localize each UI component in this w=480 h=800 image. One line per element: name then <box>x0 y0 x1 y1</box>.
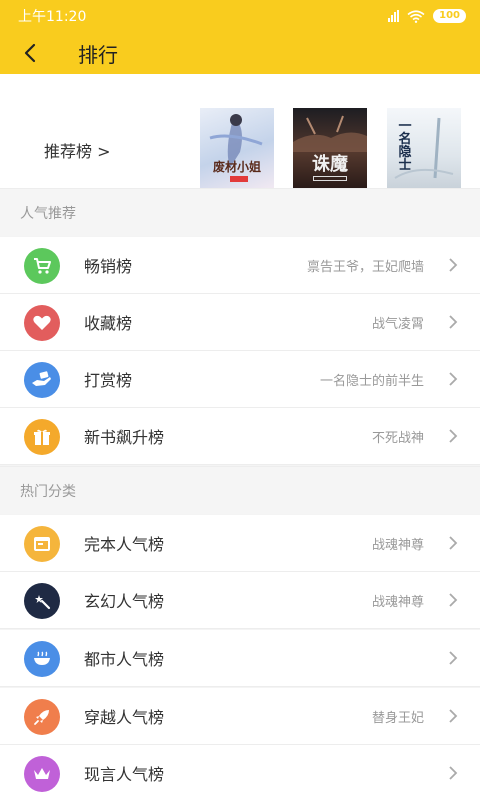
rank-hint: 禀告王爷，王妃爬墙 <box>306 259 424 275</box>
cart-icon <box>24 248 60 284</box>
status-bar: 上午11:20 100 <box>0 0 480 32</box>
recommend-label[interactable]: 推荐榜 > <box>44 138 111 162</box>
section-popular-title: 人气推荐 <box>0 188 480 236</box>
chevron-right-icon <box>449 315 458 329</box>
chevron-right-icon <box>449 536 458 550</box>
rank-name: 玄幻人气榜 <box>84 592 165 611</box>
gift-icon <box>24 419 60 455</box>
rank-hint: 战魂神尊 <box>371 594 424 610</box>
status-time: 上午11:20 <box>18 9 87 25</box>
rank-name: 畅销榜 <box>84 257 133 276</box>
title-bar: 排行 <box>0 32 480 74</box>
heart-icon <box>24 305 60 341</box>
crown-icon <box>24 756 60 792</box>
rank-row-newbook[interactable]: 新书飙升榜 不死战神 <box>0 408 480 465</box>
book-cover-1[interactable]: 废材小姐 <box>200 108 274 188</box>
rank-name: 都市人气榜 <box>84 650 165 669</box>
chevron-right-icon <box>449 593 458 607</box>
bowl-icon <box>24 641 60 677</box>
rank-hint: 一名隐士的前半生 <box>319 373 424 389</box>
rank-row-bestseller[interactable]: 畅销榜 禀告王爷，王妃爬墙 <box>0 237 480 294</box>
recommend-section[interactable]: 推荐榜 > 废材小姐 诛魔 一名隐士 <box>0 74 480 188</box>
wifi-icon <box>407 9 425 23</box>
book-cover-3[interactable]: 一名隐士 <box>387 108 461 188</box>
chevron-right-icon <box>449 651 458 665</box>
rank-hint: 战魂神尊 <box>371 537 424 553</box>
cover-title-1: 废材小姐 <box>212 160 261 174</box>
back-button[interactable] <box>0 32 60 74</box>
window-icon <box>24 526 60 562</box>
rank-row-favorites[interactable]: 收藏榜 战气凌霄 <box>0 294 480 351</box>
page-title: 排行 <box>78 42 118 67</box>
reward-hand-icon <box>24 362 60 398</box>
chevron-right-icon <box>449 709 458 723</box>
rank-name: 完本人气榜 <box>84 535 165 554</box>
rank-name: 穿越人气榜 <box>84 708 165 727</box>
rank-hint: 战气凌霄 <box>371 316 424 332</box>
rank-row-timetravel[interactable]: 穿越人气榜 替身王妃 <box>0 688 480 745</box>
rocket-icon <box>24 699 60 735</box>
back-arrow-icon <box>24 43 36 63</box>
magic-wand-icon <box>24 583 60 619</box>
cover-subtag-2 <box>313 176 347 181</box>
battery-icon: 100 <box>433 9 466 23</box>
chevron-right-icon <box>449 258 458 272</box>
book-cover-2[interactable]: 诛魔 <box>293 108 367 188</box>
rank-row-reward[interactable]: 打赏榜 一名隐士的前半生 <box>0 351 480 408</box>
rank-hint: 替身王妃 <box>371 710 424 726</box>
chevron-right-icon <box>449 429 458 443</box>
rank-name: 打赏榜 <box>84 371 133 390</box>
chevron-right-icon <box>449 372 458 386</box>
cover-title-2: 诛魔 <box>312 154 348 175</box>
rank-name: 收藏榜 <box>84 314 133 333</box>
rank-row-fantasy[interactable]: 玄幻人气榜 战魂神尊 <box>0 572 480 629</box>
status-icons: 100 <box>388 9 466 23</box>
cover-title-3: 一名隐士 <box>398 119 412 173</box>
rank-name: 新书飙升榜 <box>84 428 165 447</box>
signal-icon <box>388 10 400 22</box>
rank-row-urban[interactable]: 都市人气榜 <box>0 630 480 687</box>
rank-row-completed[interactable]: 完本人气榜 战魂神尊 <box>0 515 480 572</box>
rank-row-romance[interactable]: 现言人气榜 <box>0 745 480 800</box>
cover-tag-1 <box>230 176 248 182</box>
section-categories-title: 热门分类 <box>0 466 480 514</box>
rank-hint: 不死战神 <box>371 430 424 446</box>
rank-name: 现言人气榜 <box>84 764 165 784</box>
chevron-right-icon <box>449 766 458 780</box>
